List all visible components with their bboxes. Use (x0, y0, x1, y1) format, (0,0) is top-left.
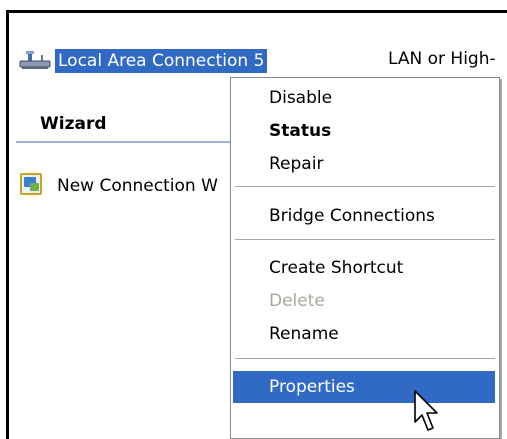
menu-separator (235, 358, 495, 360)
menu-separator (235, 186, 495, 188)
menu-item-create-shortcut[interactable]: Create Shortcut (233, 252, 495, 284)
connection-name-label[interactable]: Local Area Connection 5 (55, 49, 268, 73)
menu-separator (235, 239, 495, 241)
section-header-wizard: Wizard (40, 114, 107, 134)
menu-item-properties[interactable]: Properties (233, 371, 495, 403)
menu-item-delete: Delete (269, 291, 325, 311)
menu-item-rename[interactable]: Rename (233, 318, 495, 350)
menu-item-status[interactable]: Status (233, 115, 495, 147)
menu-item-bridge-connections[interactable]: Bridge Connections (233, 200, 495, 232)
network-connection-icon (19, 51, 51, 69)
menu-item-disable[interactable]: Disable (233, 82, 495, 114)
context-menu: Disable Status Repair Bridge Connections… (230, 77, 500, 439)
new-connection-wizard-icon[interactable] (20, 173, 42, 195)
mouse-pointer-icon (414, 390, 438, 431)
connection-type-label: LAN or High- (388, 49, 496, 69)
wizard-item-label[interactable]: New Connection W (57, 176, 218, 196)
menu-item-repair[interactable]: Repair (233, 148, 495, 180)
section-divider (16, 141, 234, 143)
